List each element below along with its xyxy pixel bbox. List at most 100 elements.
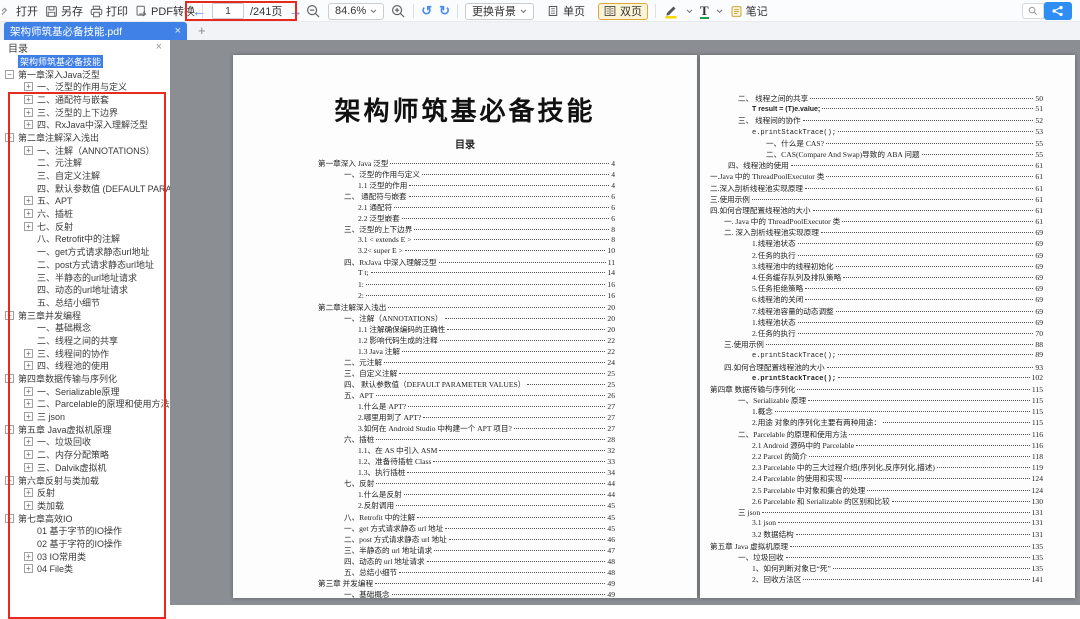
expand-icon[interactable]: + — [24, 488, 33, 497]
previous-page-button[interactable]: ← — [192, 1, 206, 21]
toc-tree-item[interactable]: −第三章并发编程 — [0, 309, 170, 322]
note-button[interactable]: 笔记 — [730, 3, 768, 19]
share-button[interactable] — [1044, 2, 1072, 20]
next-page-button[interactable]: → — [288, 1, 302, 21]
toc-tree-item[interactable]: +一、泛型的作用与定义 — [0, 80, 170, 93]
highlighter-button[interactable] — [663, 3, 679, 19]
expand-icon[interactable]: + — [24, 450, 33, 459]
toc-tree-item[interactable]: +一、Serializable原理 — [0, 385, 170, 398]
toc-tree-item[interactable]: +一、注解（ANNOTATIONS） — [0, 144, 170, 157]
toc-line-text: 2.1 通配符 — [358, 202, 392, 213]
pdf-convert-button[interactable]: PDF转换 — [135, 3, 195, 19]
toc-tree-item[interactable]: 一、基础概念 — [0, 321, 170, 334]
document-tab[interactable]: 架构师筑基必备技能.pdf × — [4, 22, 187, 40]
text-color-button[interactable]: T — [700, 4, 709, 19]
outline-close-icon[interactable]: × — [156, 41, 162, 53]
toc-tree-item[interactable]: +二、通配符与嵌套 — [0, 93, 170, 106]
expand-icon[interactable]: + — [24, 437, 33, 446]
toc-tree-item[interactable]: −第五章 Java虚拟机原理 — [0, 423, 170, 436]
toc-tree-item[interactable]: −第二章注解深入浅出 — [0, 131, 170, 144]
tab-close-icon[interactable]: × — [175, 25, 181, 37]
expand-icon[interactable]: + — [24, 196, 33, 205]
toc-tree-item[interactable]: +三、泛型的上下边界 — [0, 106, 170, 119]
toc-tree-item[interactable]: 四、动态的url地址请求 — [0, 283, 170, 296]
zoom-in-icon[interactable] — [391, 4, 406, 19]
toc-tree-item[interactable]: 一、get方式请求静态url地址 — [0, 245, 170, 258]
toc-line: T t;14 — [358, 268, 615, 279]
new-tab-button[interactable]: + — [198, 23, 206, 38]
toc-tree-item[interactable]: +一、垃圾回收 — [0, 436, 170, 449]
toc-tree-item[interactable]: −第一章深入Java泛型 — [0, 68, 170, 81]
toc-tree-item[interactable]: +三 json — [0, 410, 170, 423]
chevron-down-icon[interactable] — [716, 9, 723, 14]
expand-icon[interactable]: + — [24, 564, 33, 573]
toc-tree-item[interactable]: −第六章反射与类加载 — [0, 474, 170, 487]
toc-tree-item[interactable]: +反射 — [0, 486, 170, 499]
page-number-input[interactable] — [212, 3, 244, 19]
zoom-out-icon[interactable] — [306, 4, 321, 19]
rotate-right-icon[interactable]: ↻ — [439, 3, 450, 19]
toc-tree-item[interactable]: +二、内存分配策略 — [0, 448, 170, 461]
toc-tree-item[interactable]: 三、半静态的url地址请求 — [0, 271, 170, 284]
toc-tree-item[interactable]: 五、总结小细节 — [0, 296, 170, 309]
toc-tree-item[interactable]: +04 File类 — [0, 563, 170, 576]
expand-icon[interactable]: + — [24, 222, 33, 231]
toc-tree-item[interactable]: +七、反射 — [0, 220, 170, 233]
double-page-button[interactable]: 双页 — [598, 3, 648, 20]
collapse-icon[interactable]: − — [5, 514, 14, 523]
expand-icon[interactable]: + — [24, 209, 33, 218]
toc-tree-item[interactable]: +类加载 — [0, 499, 170, 512]
toc-tree-item[interactable]: 八、Retrofit中的注解 — [0, 233, 170, 246]
collapse-icon[interactable]: − — [5, 133, 14, 142]
expand-icon[interactable]: + — [24, 146, 33, 155]
toc-tree-item[interactable]: 四、默认参数值 (DEFAULT PARAMET — [0, 182, 170, 195]
expand-icon[interactable]: + — [24, 399, 33, 408]
expand-icon[interactable]: + — [24, 108, 33, 117]
single-page-button[interactable]: 单页 — [541, 3, 591, 20]
collapse-icon[interactable]: − — [5, 425, 14, 434]
save-as-button[interactable]: 另存 — [45, 3, 83, 19]
toc-tree-item[interactable]: +五、APT — [0, 195, 170, 208]
toc-tree-item[interactable]: +四、RxJava中深入理解泛型 — [0, 118, 170, 131]
toc-tree-item[interactable]: 三、自定义注解 — [0, 169, 170, 182]
toc-tree-item[interactable]: +四、线程池的使用 — [0, 360, 170, 373]
change-background-dropdown[interactable]: 更换背景 — [465, 3, 534, 20]
toc-tree-item[interactable]: 架构师筑基必备技能 — [0, 55, 170, 68]
chevron-down-icon[interactable] — [686, 9, 693, 14]
print-button[interactable]: 打印 — [90, 3, 128, 19]
rotate-left-icon[interactable]: ↺ — [421, 3, 432, 19]
document-canvas[interactable]: 架构师筑基必备技能 目录 第一章深入 Java 泛型4一、泛型的作用与定义41.… — [170, 40, 1080, 605]
expand-icon[interactable]: + — [24, 501, 33, 510]
toc-tree-item[interactable]: +二、Parcelable的原理和使用方法 — [0, 398, 170, 411]
expand-icon[interactable]: + — [24, 361, 33, 370]
collapse-icon[interactable]: − — [5, 374, 14, 383]
toc-tree-item[interactable]: 01 基于字节的IO操作 — [0, 524, 170, 537]
expand-icon[interactable]: + — [24, 82, 33, 91]
expand-icon[interactable]: + — [24, 95, 33, 104]
toc-line-page: 69 — [1035, 295, 1043, 304]
toc-tree-item[interactable]: 二、元注解 — [0, 157, 170, 170]
expand-icon[interactable]: + — [24, 463, 33, 472]
expand-icon[interactable]: + — [24, 412, 33, 421]
zoom-level-dropdown[interactable]: 84.6% — [328, 3, 384, 20]
toc-tree-item[interactable]: +三、Dalvik虚拟机 — [0, 461, 170, 474]
dot-leader — [399, 572, 605, 573]
toc-tree-item[interactable]: +六、插桩 — [0, 207, 170, 220]
expand-icon[interactable]: + — [24, 120, 33, 129]
toc-tree-item[interactable]: −第七章高效IO — [0, 512, 170, 525]
toc-tree-item[interactable]: −第四章数据传输与序列化 — [0, 372, 170, 385]
toc-tree-item[interactable]: 02 基于字符的IO操作 — [0, 537, 170, 550]
expand-icon[interactable]: + — [24, 552, 33, 561]
toc-tree-item[interactable]: +03 IO常用类 — [0, 550, 170, 563]
dot-leader — [396, 505, 605, 506]
collapse-icon[interactable]: − — [5, 70, 14, 79]
collapse-icon[interactable]: − — [5, 476, 14, 485]
expand-icon[interactable]: + — [24, 387, 33, 396]
toc-tree-item[interactable]: 二、线程之间的共享 — [0, 334, 170, 347]
open-button[interactable]: 打开 — [16, 3, 38, 19]
collapse-icon[interactable]: − — [5, 311, 14, 320]
expand-icon[interactable]: + — [24, 349, 33, 358]
search-input[interactable] — [1022, 3, 1044, 19]
toc-tree-item[interactable]: +三、线程间的协作 — [0, 347, 170, 360]
toc-tree-item[interactable]: 二、post方式请求静态url地址 — [0, 258, 170, 271]
